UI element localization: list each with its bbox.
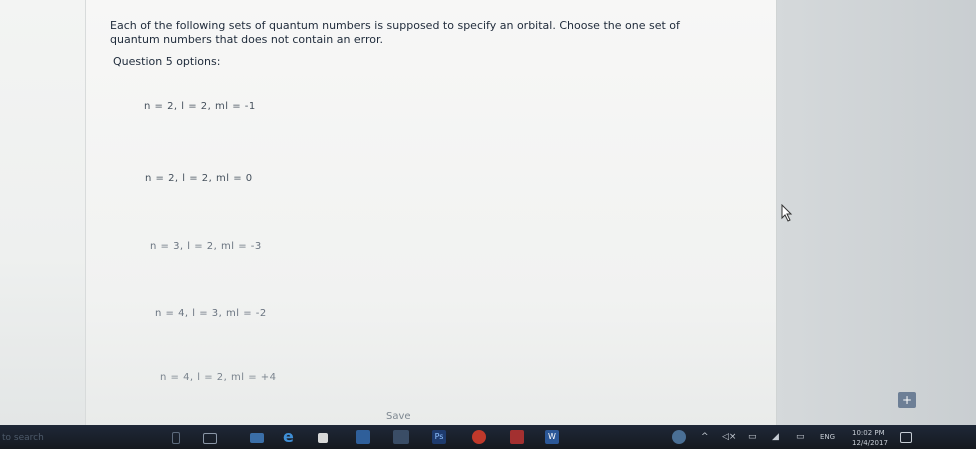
clock-time[interactable]: 10:02 PM bbox=[852, 429, 885, 437]
keyboard-icon[interactable]: ▭ bbox=[796, 432, 805, 442]
battery-icon[interactable]: ▭ bbox=[748, 432, 757, 442]
taskbar-search[interactable]: to search bbox=[2, 433, 44, 443]
clock-date[interactable]: 12/4/2017 bbox=[852, 439, 888, 447]
save-button[interactable]: Save bbox=[386, 411, 411, 422]
option-b[interactable]: n = 2, l = 2, ml = 0 bbox=[145, 173, 253, 184]
mic-icon[interactable] bbox=[172, 432, 180, 444]
photoshop-icon[interactable]: Ps bbox=[432, 430, 446, 444]
edge-browser-icon[interactable]: e bbox=[283, 429, 297, 445]
right-gutter bbox=[776, 0, 976, 425]
chrome-icon[interactable] bbox=[472, 430, 486, 444]
store-icon[interactable] bbox=[318, 433, 328, 443]
app-grid-icon[interactable] bbox=[356, 430, 370, 444]
language-indicator[interactable]: ENG bbox=[820, 433, 835, 441]
chevron-up-icon[interactable]: ^ bbox=[701, 432, 709, 442]
option-a[interactable]: n = 2, l = 2, ml = -1 bbox=[144, 101, 256, 112]
help-icon[interactable] bbox=[672, 430, 686, 444]
option-d[interactable]: n = 4, l = 3, ml = -2 bbox=[155, 308, 267, 319]
gear-app-icon[interactable] bbox=[510, 430, 524, 444]
plus-icon: + bbox=[901, 393, 913, 407]
options-label: Question 5 options: bbox=[113, 55, 221, 68]
notification-icon[interactable] bbox=[900, 432, 912, 443]
option-c[interactable]: n = 3, l = 2, ml = -3 bbox=[150, 241, 262, 252]
floating-plus-button[interactable]: + bbox=[898, 392, 916, 408]
app-window-icon[interactable] bbox=[393, 430, 409, 444]
question-text: Each of the following sets of quantum nu… bbox=[110, 19, 680, 46]
wifi-icon[interactable]: ◢ bbox=[772, 432, 779, 442]
task-view-icon[interactable] bbox=[203, 433, 217, 444]
volume-icon[interactable]: ◁× bbox=[722, 432, 736, 442]
file-explorer-icon[interactable] bbox=[250, 433, 264, 443]
mouse-cursor-icon bbox=[781, 204, 793, 222]
taskbar: to search e Ps W ^ ◁× ▭ ◢ ▭ ENG 10:02 PM… bbox=[0, 425, 976, 449]
option-e[interactable]: n = 4, l = 2, ml = +4 bbox=[160, 372, 277, 383]
word-icon[interactable]: W bbox=[545, 430, 559, 444]
